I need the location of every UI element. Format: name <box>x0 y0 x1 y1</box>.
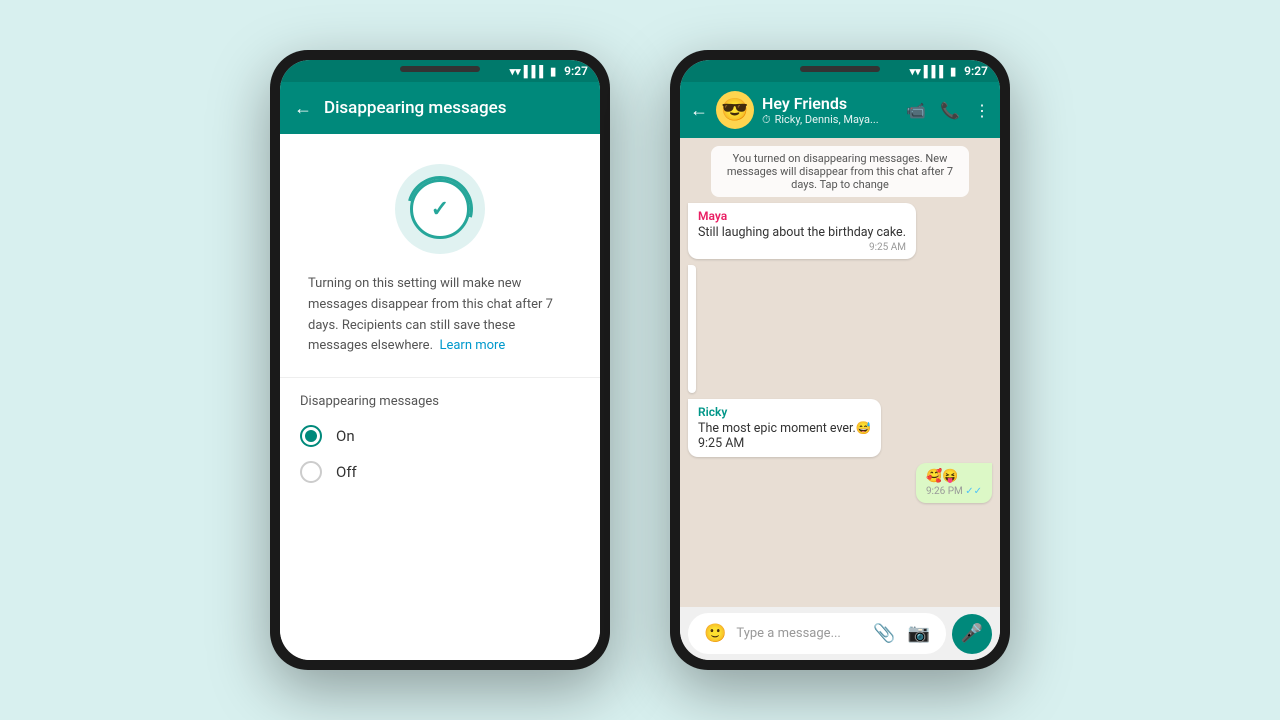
chat-members: ⏱ Ricky, Dennis, Maya... <box>762 113 898 127</box>
phone-1: ▾▾ ▌▌▌ ▮ 9:27 ← Disappearing messages ✓ <box>270 50 610 670</box>
checkmark-icon: ✓ <box>431 197 449 222</box>
wifi-icon-2: ▾▾ <box>910 65 921 78</box>
option-on[interactable]: On <box>300 425 580 447</box>
signal-icon: ▌▌▌ <box>524 65 547 78</box>
system-message[interactable]: You turned on disappearing messages. New… <box>711 146 969 197</box>
chat-actions: 📹 📞 ⋮ <box>906 101 990 120</box>
dm-options: Disappearing messages On Off <box>280 378 600 513</box>
radio-off[interactable] <box>300 461 322 483</box>
wifi-icon: ▾▾ <box>510 65 521 78</box>
members-text: Ricky, Dennis, Maya... <box>775 113 879 126</box>
voice-call-button[interactable]: 📞 <box>940 101 960 120</box>
maya-message-text: Still laughing about the birthday cake. <box>698 225 906 240</box>
mic-button[interactable]: 🎤 <box>952 614 992 654</box>
outgoing-time: 9:26 PM <box>926 486 963 497</box>
learn-more-link[interactable]: Learn more <box>439 338 505 353</box>
phone-speaker-2 <box>800 66 880 72</box>
ricky-message-text: The most epic moment ever.😅 <box>698 421 871 436</box>
video-call-button[interactable]: 📹 <box>906 101 926 120</box>
disappearing-icon: ⏱ <box>762 113 771 127</box>
status-time-1: 9:27 <box>564 64 588 78</box>
dm-options-label: Disappearing messages <box>300 394 580 409</box>
option-off[interactable]: Off <box>300 461 580 483</box>
status-icons-2: ▾▾ ▌▌▌ ▮ <box>910 65 957 78</box>
dm-icon-area: ✓ <box>280 134 600 274</box>
read-receipt-icon: ✓✓ <box>965 486 982 497</box>
message-input-field[interactable]: 🙂 Type a message... 📎 📷 <box>688 613 946 654</box>
phone-speaker <box>400 66 480 72</box>
radio-on-selected[interactable] <box>300 425 322 447</box>
dm-clock-circle: ✓ <box>395 164 485 254</box>
emoji-button[interactable]: 🙂 <box>702 621 728 646</box>
ricky-message-time: 9:25 AM <box>698 436 871 451</box>
chat-body: You turned on disappearing messages. New… <box>680 138 1000 607</box>
status-time-2: 9:27 <box>964 64 988 78</box>
battery-icon-2: ▮ <box>950 65 956 78</box>
outgoing-message-text: 🥰😝 <box>926 469 958 484</box>
maya-bubble: Maya Still laughing about the birthday c… <box>688 203 916 259</box>
chat-input-bar: 🙂 Type a message... 📎 📷 🎤 <box>680 607 1000 660</box>
disappearing-messages-screen: ✓ Turning on this setting will make new … <box>280 134 600 660</box>
outgoing-bubble: 🥰😝 9:26 PM ✓✓ <box>916 463 992 503</box>
dm-description: Turning on this setting will make new me… <box>280 274 600 378</box>
ricky-bubble: Ricky The most epic moment ever.😅 9:25 A… <box>688 399 881 457</box>
back-button-1[interactable]: ← <box>294 98 312 119</box>
input-placeholder: Type a message... <box>736 626 863 641</box>
chat-app-bar: ← 😎 Hey Friends ⏱ Ricky, Dennis, Maya...… <box>680 82 1000 138</box>
dm-clock-inner: ✓ <box>410 179 470 239</box>
status-icons-1: ▾▾ ▌▌▌ ▮ <box>510 65 557 78</box>
app-bar-1: ← Disappearing messages <box>280 82 600 134</box>
chat-group-name: Hey Friends <box>762 94 898 113</box>
more-options-button[interactable]: ⋮ <box>974 101 990 120</box>
dm-description-text: Turning on this setting will make new me… <box>308 276 553 353</box>
attachment-button[interactable]: 📎 <box>871 621 897 646</box>
maya-sender-name: Maya <box>698 209 906 223</box>
mic-icon: 🎤 <box>961 623 983 644</box>
image-bubble[interactable]: 9:25 AM <box>688 265 696 393</box>
phone-2: ▾▾ ▌▌▌ ▮ 9:27 ← 😎 Hey Friends ⏱ Ricky, D… <box>670 50 1010 670</box>
group-avatar: 😎 <box>716 91 754 129</box>
option-off-label: Off <box>336 463 357 481</box>
battery-icon: ▮ <box>550 65 556 78</box>
option-on-label: On <box>336 427 355 445</box>
chat-back-button[interactable]: ← <box>690 100 708 121</box>
screen-title-1: Disappearing messages <box>324 98 586 118</box>
chat-info: Hey Friends ⏱ Ricky, Dennis, Maya... <box>762 94 898 127</box>
maya-message-time: 9:25 AM <box>698 242 906 253</box>
system-message-text: You turned on disappearing messages. New… <box>721 152 959 191</box>
outgoing-message-time: 9:26 PM ✓✓ <box>926 486 982 497</box>
ricky-sender-name: Ricky <box>698 405 871 419</box>
signal-icon-2: ▌▌▌ <box>924 65 947 78</box>
camera-button[interactable]: 📷 <box>906 621 932 646</box>
